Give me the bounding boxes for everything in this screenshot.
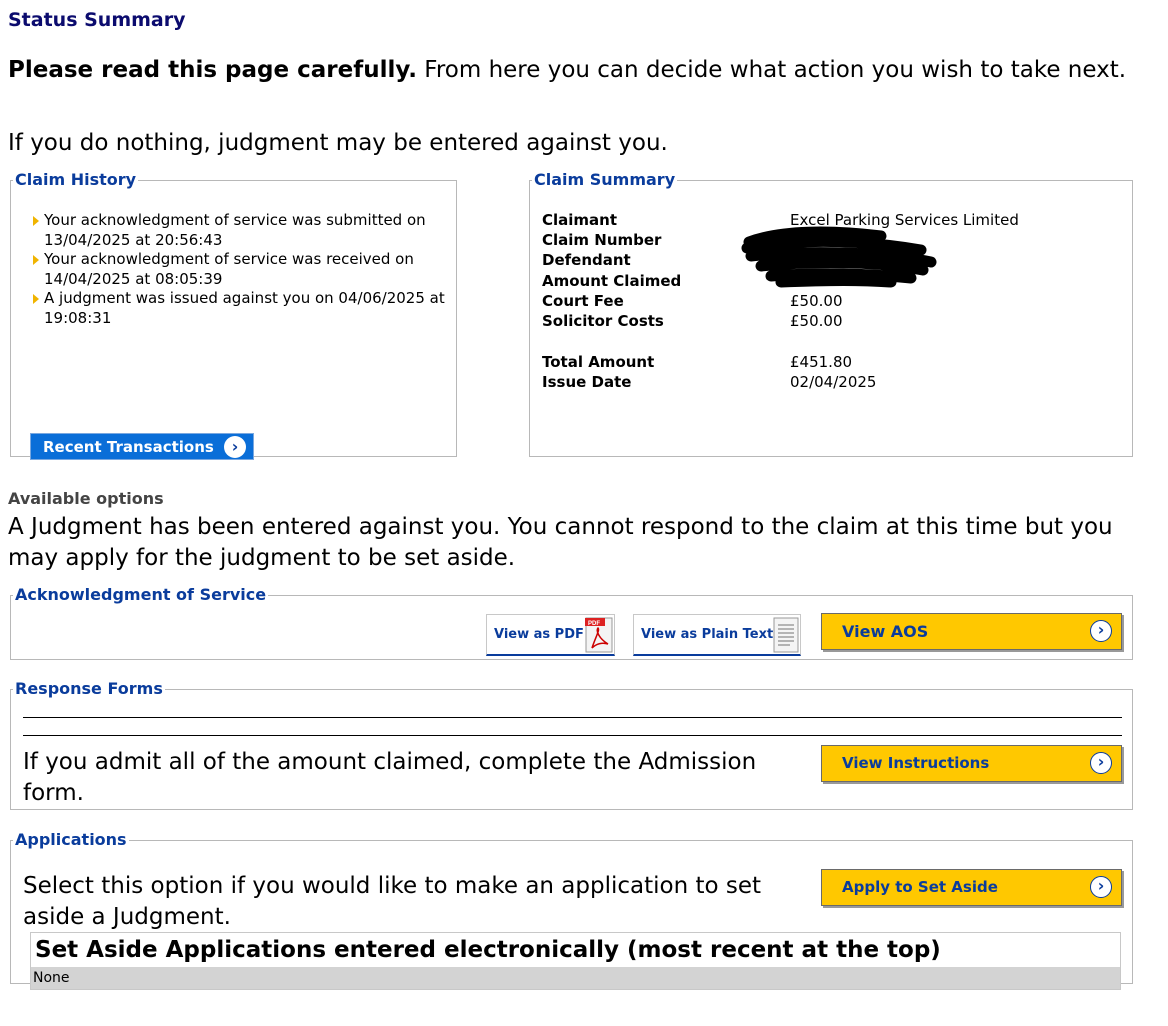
claim-history-list: Your acknowledgment of service was submi… — [19, 211, 449, 328]
view-as-plain-text-button[interactable]: View as Plain Text — [633, 614, 801, 656]
applications-panel: Applications Select this option if you w… — [10, 830, 1133, 990]
pdf-document-icon: PDF — [585, 617, 613, 653]
view-instructions-label: View Instructions — [842, 754, 990, 772]
claimant-label: Claimant — [542, 211, 618, 229]
warning-paragraph: If you do nothing, judgment may be enter… — [8, 130, 668, 156]
set-aside-instructions-text: Select this option if you would like to … — [23, 873, 762, 930]
claim-summary-panel: Claim Summary Claimant Excel Parking Ser… — [529, 171, 1133, 457]
triangle-bullet-icon — [33, 255, 39, 265]
court-fee-value: £50.00 — [790, 292, 843, 310]
total-amount-label: Total Amount — [542, 353, 655, 371]
view-aos-button[interactable]: View AOS › — [821, 613, 1122, 650]
apply-to-set-aside-button[interactable]: Apply to Set Aside › — [821, 869, 1122, 906]
applications-legend: Applications — [15, 830, 127, 849]
issue-date-value: 02/04/2025 — [790, 373, 877, 391]
amount-claimed-label: Amount Claimed — [542, 272, 682, 290]
intro-bold: Please read this page carefully. — [8, 57, 417, 83]
available-options-text: A Judgment has been entered against you.… — [8, 514, 1113, 571]
svg-text:PDF: PDF — [588, 621, 600, 627]
claim-summary-legend: Claim Summary — [534, 170, 676, 189]
view-instructions-button[interactable]: View Instructions › — [821, 745, 1122, 782]
page-title: Status Summary — [8, 9, 186, 31]
table-row: None — [31, 967, 1120, 989]
issue-date-label: Issue Date — [542, 373, 632, 391]
aos-panel: Acknowledgment of Service View as PDF PD… — [10, 586, 1133, 660]
recent-transactions-label: Recent Transactions — [43, 438, 214, 456]
claim-number-label: Claim Number — [542, 231, 662, 249]
view-aos-label: View AOS — [842, 622, 929, 641]
set-aside-table-heading: Set Aside Applications entered electroni… — [35, 937, 941, 963]
claim-history-legend: Claim History — [15, 170, 137, 189]
list-item: Your acknowledgment of service was submi… — [19, 211, 449, 250]
available-options-heading: Available options — [8, 489, 164, 508]
redaction-scribble — [741, 226, 937, 288]
solicitor-costs-label: Solicitor Costs — [542, 312, 664, 330]
set-aside-applications-table: Set Aside Applications entered electroni… — [30, 932, 1121, 990]
history-text: Your acknowledgment of service was recei… — [44, 250, 414, 288]
history-text: A judgment was issued against you on 04/… — [44, 289, 445, 327]
divider — [23, 735, 1122, 736]
view-as-pdf-button[interactable]: View as PDF PDF — [486, 614, 615, 656]
chevron-right-circle-icon: › — [224, 436, 246, 458]
chevron-right-circle-icon: › — [1090, 620, 1112, 642]
intro-paragraph: Please read this page carefully. From he… — [8, 55, 1158, 86]
view-as-pdf-label: View as PDF — [494, 627, 584, 642]
view-as-plain-text-label: View as Plain Text — [641, 627, 774, 642]
apply-to-set-aside-label: Apply to Set Aside — [842, 878, 998, 896]
defendant-label: Defendant — [542, 251, 631, 269]
solicitor-costs-value: £50.00 — [790, 312, 843, 330]
recent-transactions-button[interactable]: Recent Transactions › — [30, 433, 254, 460]
response-forms-panel: Response Forms If you admit all of the a… — [10, 680, 1133, 810]
admission-instructions-text: If you admit all of the amount claimed, … — [23, 749, 757, 806]
list-item: Your acknowledgment of service was recei… — [19, 250, 449, 289]
triangle-bullet-icon — [33, 294, 39, 304]
aos-legend: Acknowledgment of Service — [15, 585, 267, 604]
chevron-right-circle-icon: › — [1090, 876, 1112, 898]
text-document-icon — [773, 617, 799, 653]
triangle-bullet-icon — [33, 216, 39, 226]
divider — [23, 717, 1122, 718]
total-amount-value: £451.80 — [790, 353, 853, 371]
court-fee-label: Court Fee — [542, 292, 624, 310]
claim-history-panel: Claim History Your acknowledgment of ser… — [10, 170, 457, 460]
history-text: Your acknowledgment of service was submi… — [44, 211, 426, 249]
intro-rest: From here you can decide what action you… — [416, 57, 1127, 83]
response-forms-legend: Response Forms — [15, 679, 163, 698]
list-item: A judgment was issued against you on 04/… — [19, 289, 449, 328]
chevron-right-circle-icon: › — [1090, 752, 1112, 774]
